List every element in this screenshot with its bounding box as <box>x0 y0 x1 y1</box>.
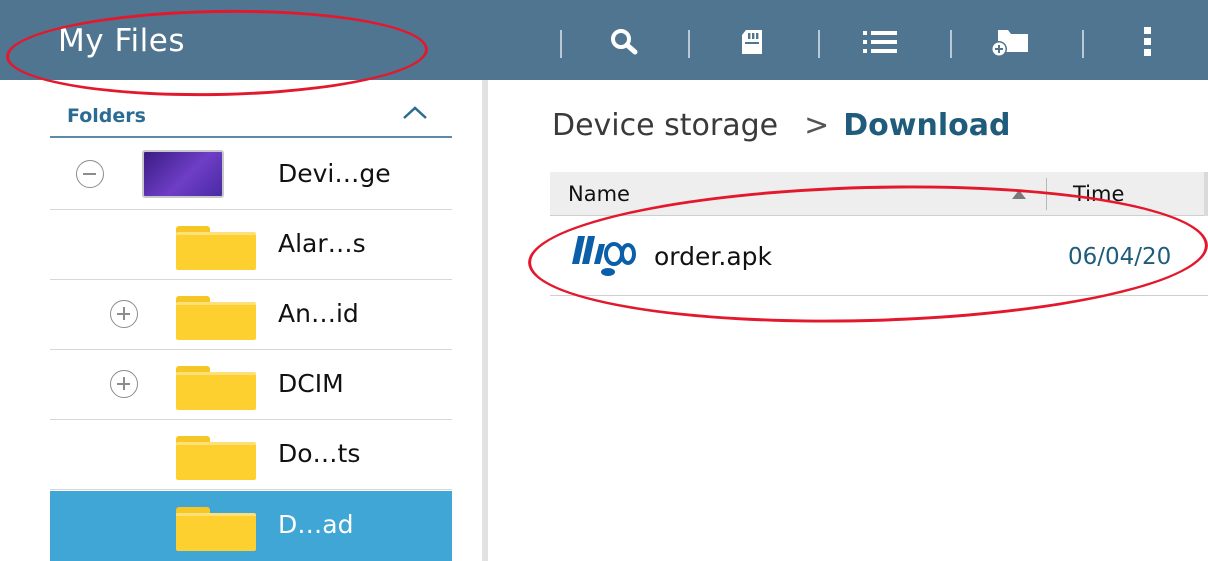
folder-icon <box>176 366 256 410</box>
tree-item-label: An…id <box>278 299 359 328</box>
toolbar-separator <box>818 30 820 58</box>
tree-item-device-storage[interactable]: Devi…ge <box>50 140 452 210</box>
view-mode-button[interactable] <box>860 22 900 62</box>
expand-icon[interactable] <box>110 300 138 328</box>
toolbar-separator <box>560 30 562 58</box>
collapse-icon[interactable] <box>76 160 104 188</box>
search-button[interactable] <box>604 22 644 62</box>
tree-item-label: Do…ts <box>278 439 361 468</box>
folder-icon <box>176 296 256 340</box>
tree-item-download[interactable]: D…ad <box>50 491 452 561</box>
tree-item-alarms[interactable]: Alar…s <box>50 210 452 280</box>
toolbar-separator <box>688 30 690 58</box>
breadcrumb-parent[interactable]: Device storage <box>552 108 778 143</box>
folder-tree-pane: Folders Devi…ge Alar…s An…id DCIM Do…ts … <box>0 80 487 561</box>
column-header-name[interactable]: Name <box>568 182 630 206</box>
column-edge <box>1204 172 1208 216</box>
toolbar-separator <box>1082 30 1084 58</box>
list-view-icon <box>863 31 897 53</box>
tree-item-dcim[interactable]: DCIM <box>50 350 452 420</box>
expand-icon[interactable] <box>110 370 138 398</box>
tree-item-label: Devi…ge <box>278 159 391 188</box>
folder-icon <box>176 436 256 480</box>
chevron-up-icon[interactable] <box>400 102 430 122</box>
tree-item-label: Alar…s <box>278 229 366 258</box>
folder-icon <box>176 226 256 270</box>
new-folder-icon <box>991 30 1028 57</box>
tree-item-android[interactable]: An…id <box>50 280 452 350</box>
toolbar-separator <box>950 30 952 58</box>
folder-icon <box>176 507 256 551</box>
more-options-button[interactable] <box>1128 22 1168 62</box>
device-storage-thumbnail <box>142 150 224 198</box>
search-icon <box>611 29 638 55</box>
breadcrumb-current: Download <box>843 108 1011 143</box>
create-folder-button[interactable] <box>990 22 1030 62</box>
pane-divider[interactable] <box>482 80 488 561</box>
tree-item-documents[interactable]: Do…ts <box>50 420 452 490</box>
tree-item-label: DCIM <box>278 369 344 398</box>
overflow-menu-icon <box>1144 27 1151 56</box>
sd-card-icon <box>742 30 762 54</box>
tree-item-label: D…ad <box>278 510 354 539</box>
folders-label: Folders <box>67 105 146 127</box>
breadcrumb: Device storage > Download <box>552 108 1010 143</box>
storage-button[interactable] <box>732 22 772 62</box>
breadcrumb-separator: > <box>804 108 830 143</box>
